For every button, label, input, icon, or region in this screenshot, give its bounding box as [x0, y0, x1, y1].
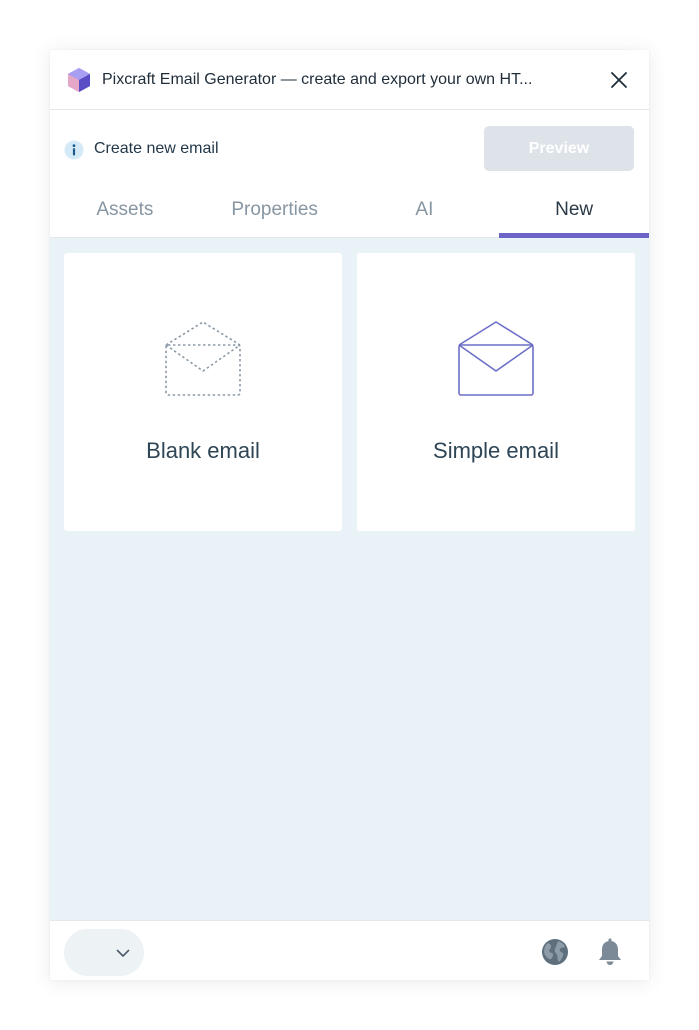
info-icon — [64, 140, 84, 160]
tab-bar: Assets Properties AI New — [50, 187, 649, 238]
info-row: Create new email Preview — [50, 111, 649, 179]
footer-dropdown[interactable] — [64, 929, 144, 976]
close-icon — [611, 72, 627, 88]
globe-icon[interactable] — [541, 938, 569, 966]
blank-email-label: Blank email — [146, 438, 260, 463]
pixcraft-logo-icon — [68, 68, 90, 92]
email-generator-panel: Pixcraft Email Generator — create and ex… — [50, 50, 649, 980]
chevron-down-icon — [116, 949, 130, 957]
bell-icon[interactable] — [597, 938, 623, 966]
simple-email-label: Simple email — [433, 438, 559, 463]
simple-email-card[interactable]: Simple email — [357, 253, 635, 531]
title-bar: Pixcraft Email Generator — create and ex… — [50, 50, 649, 110]
tab-properties[interactable]: Properties — [200, 187, 350, 237]
preview-button[interactable]: Preview — [484, 126, 634, 171]
blank-email-card[interactable]: Blank email — [64, 253, 342, 531]
window-title: Pixcraft Email Generator — create and ex… — [102, 71, 533, 88]
tab-new[interactable]: New — [499, 187, 649, 238]
template-gallery: Blank email Simple email — [50, 238, 649, 920]
envelope-dashed-icon — [165, 321, 241, 396]
tab-ai[interactable]: AI — [350, 187, 500, 237]
envelope-open-icon — [458, 321, 534, 396]
info-text: Create new email — [94, 140, 219, 157]
footer-bar — [50, 920, 649, 980]
tab-assets[interactable]: Assets — [50, 187, 200, 237]
close-button[interactable] — [606, 67, 632, 93]
